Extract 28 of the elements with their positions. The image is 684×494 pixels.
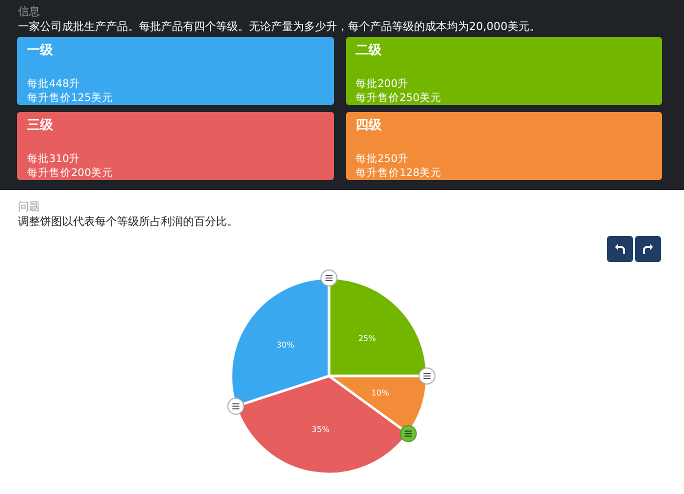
grade-title: 二级	[356, 43, 382, 59]
unit-price: 每升售价125美元	[27, 91, 114, 105]
redo-button[interactable]	[635, 236, 661, 262]
batch-volume: 每批250升	[356, 152, 410, 166]
grade-title: 四级	[356, 118, 382, 134]
undo-icon	[614, 243, 626, 255]
question-text: 调整饼图以代表每个等级所占利润的百分比。	[18, 214, 239, 229]
batch-volume: 每批200升	[356, 77, 410, 91]
batch-volume: 每批448升	[27, 77, 82, 91]
section-heading: 问题	[18, 199, 41, 214]
drag-handle[interactable]	[400, 425, 417, 442]
drag-handle[interactable]	[227, 398, 244, 415]
problem-description: 一家公司成批生产产品。每批产品有四个等级。无论产量为多少升，每个产品等级的成本均为20,000美元。	[18, 19, 542, 34]
batch-volume: 每批310升	[27, 152, 82, 166]
drag-handle[interactable]	[418, 368, 436, 384]
slice-label: 10%	[371, 388, 390, 398]
grade-title: 一级	[27, 43, 54, 59]
unit-price: 每升售价250美元	[356, 91, 443, 105]
unit-price: 每升售价200美元	[27, 166, 114, 180]
redo-icon	[642, 243, 654, 255]
slice-label: 35%	[312, 425, 330, 434]
drag-handle[interactable]	[320, 270, 338, 286]
slice-label: 25%	[358, 334, 376, 343]
grade-title: 三级	[27, 118, 54, 134]
slice-label: 30%	[276, 340, 294, 350]
section-heading: 信息	[18, 4, 41, 19]
undo-button[interactable]	[607, 236, 633, 262]
unit-price: 每升售价128美元	[356, 166, 443, 180]
